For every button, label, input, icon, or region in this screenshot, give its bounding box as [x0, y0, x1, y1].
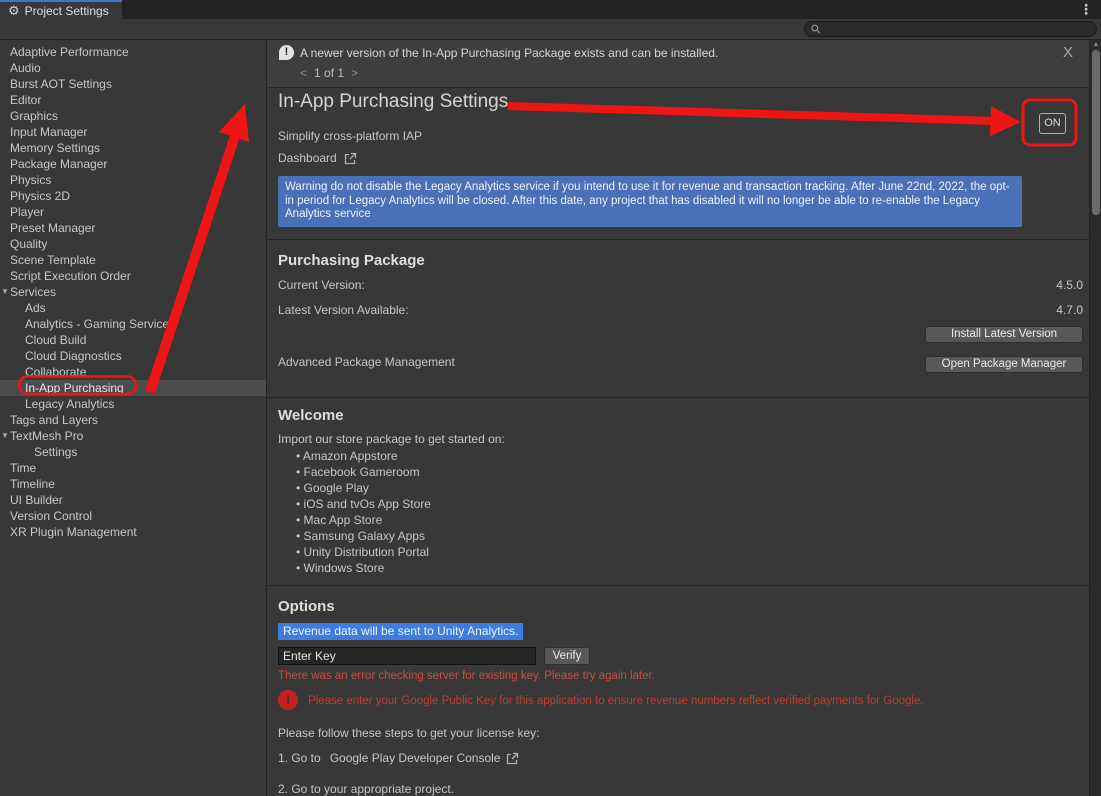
dashboard-label: Dashboard	[278, 151, 337, 165]
iap-enable-toggle[interactable]: ON	[1039, 113, 1066, 134]
google-key-warning-text: Please enter your Google Public Key for …	[308, 695, 924, 707]
store-list-item: iOS and tvOs App Store	[296, 496, 431, 512]
sidebar-item-preset-manager[interactable]: Preset Manager	[0, 220, 266, 236]
tab-title: Project Settings	[25, 4, 109, 18]
sidebar-item-editor[interactable]: Editor	[0, 92, 266, 108]
verify-button[interactable]: Verify	[544, 647, 590, 665]
welcome-header: Welcome	[278, 407, 344, 424]
store-list-item: Mac App Store	[296, 512, 431, 528]
google-key-input[interactable]	[278, 647, 536, 665]
key-check-error-text: There was an error checking server for e…	[278, 670, 655, 682]
current-version-value: 4.5.0	[1056, 278, 1083, 292]
settings-search-input[interactable]	[825, 23, 1090, 35]
latest-version-label: Latest Version Available:	[278, 303, 409, 317]
sidebar-item-package-manager[interactable]: Package Manager	[0, 156, 266, 172]
tab-project-settings[interactable]: ⚙ Project Settings	[0, 0, 122, 19]
sidebar-item-xr-plugin-management[interactable]: XR Plugin Management	[0, 524, 266, 540]
advanced-package-management-label: Advanced Package Management	[278, 355, 455, 369]
notification-pager: < 1 of 1 >	[300, 66, 358, 80]
gear-icon: ⚙	[8, 4, 20, 17]
sidebar-item-script-execution-order[interactable]: Script Execution Order	[0, 268, 266, 284]
scroll-up-arrow-icon[interactable]: ▲	[1090, 40, 1101, 50]
sidebar-item-physics-2d[interactable]: Physics 2D	[0, 188, 266, 204]
section-divider	[267, 397, 1089, 398]
sidebar-item-adaptive-performance[interactable]: Adaptive Performance	[0, 44, 266, 60]
settings-search-box[interactable]	[804, 21, 1097, 37]
dashboard-link[interactable]: Dashboard	[278, 151, 357, 165]
page-subtitle: Simplify cross-platform IAP	[278, 129, 422, 143]
pager-prev-button[interactable]: <	[300, 66, 307, 80]
welcome-intro: Import our store package to get started …	[278, 432, 505, 446]
sidebar-item-textmesh-settings[interactable]: Settings	[0, 444, 266, 460]
foldout-triangle-icon[interactable]: ▼	[1, 428, 9, 444]
sidebar-item-time[interactable]: Time	[0, 460, 266, 476]
install-latest-version-button[interactable]: Install Latest Version	[925, 326, 1083, 343]
project-settings-window: ⚙ Project Settings ⋮ Adaptive Performanc…	[0, 0, 1101, 796]
legacy-analytics-warning: Warning do not disable the Legacy Analyt…	[278, 176, 1022, 227]
sidebar-item-tags-and-layers[interactable]: Tags and Layers	[0, 412, 266, 428]
error-info-icon: i	[278, 690, 298, 710]
section-divider	[267, 239, 1089, 240]
sidebar-item-burst-aot-settings[interactable]: Burst AOT Settings	[0, 76, 266, 92]
sidebar-item-timeline[interactable]: Timeline	[0, 476, 266, 492]
sidebar-item-memory-settings[interactable]: Memory Settings	[0, 140, 266, 156]
sidebar-item-input-manager[interactable]: Input Manager	[0, 124, 266, 140]
pager-label: 1 of 1	[314, 66, 344, 80]
external-link-icon	[344, 152, 357, 165]
sidebar-item-services[interactable]: ▼ Services	[0, 284, 266, 300]
sidebar-item-legacy-analytics[interactable]: Legacy Analytics	[0, 396, 266, 412]
toolbar-strip	[0, 19, 1101, 40]
external-link-icon	[506, 752, 519, 765]
analytics-note: Revenue data will be sent to Unity Analy…	[278, 623, 523, 640]
store-list-item: Samsung Galaxy Apps	[296, 528, 431, 544]
open-package-manager-button[interactable]: Open Package Manager	[925, 356, 1083, 373]
sidebar-item-cloud-diagnostics[interactable]: Cloud Diagnostics	[0, 348, 266, 364]
page-title: In-App Purchasing Settings	[278, 91, 508, 113]
scrollbar-thumb[interactable]	[1092, 50, 1100, 215]
window-menu-kebab-icon[interactable]: ⋮	[1075, 1, 1097, 18]
sidebar-item-analytics-gaming-services[interactable]: Analytics - Gaming Services	[0, 316, 266, 332]
store-list-item: Facebook Gameroom	[296, 464, 431, 480]
store-list: Amazon Appstore Facebook Gameroom Google…	[296, 448, 431, 576]
latest-version-value: 4.7.0	[1056, 303, 1083, 317]
section-divider	[267, 585, 1089, 586]
google-play-console-link[interactable]: Google Play Developer Console	[330, 751, 501, 765]
sidebar-item-scene-template[interactable]: Scene Template	[0, 252, 266, 268]
sidebar-item-ui-builder[interactable]: UI Builder	[0, 492, 266, 508]
search-icon	[811, 24, 821, 34]
options-header: Options	[278, 598, 335, 615]
sidebar-item-physics[interactable]: Physics	[0, 172, 266, 188]
store-list-item: Unity Distribution Portal	[296, 544, 431, 560]
purchasing-package-header: Purchasing Package	[278, 252, 425, 269]
sidebar-item-quality[interactable]: Quality	[0, 236, 266, 252]
update-notification-bar: ! A newer version of the In-App Purchasi…	[267, 40, 1089, 88]
step1-prefix: 1. Go to	[278, 751, 321, 765]
sidebar-item-graphics[interactable]: Graphics	[0, 108, 266, 124]
sidebar-item-collaborate[interactable]: Collaborate	[0, 364, 266, 380]
sidebar-item-cloud-build[interactable]: Cloud Build	[0, 332, 266, 348]
pager-next-button[interactable]: >	[351, 66, 358, 80]
sidebar-item-in-app-purchasing[interactable]: In-App Purchasing	[0, 380, 266, 396]
license-step-1: 1. Go to Google Play Developer Console	[278, 751, 519, 765]
sidebar-item-player[interactable]: Player	[0, 204, 266, 220]
sidebar-item-textmesh-pro[interactable]: ▼ TextMesh Pro	[0, 428, 266, 444]
main-panel: ! A newer version of the In-App Purchasi…	[267, 40, 1089, 796]
settings-sidebar: Adaptive Performance Audio Burst AOT Set…	[0, 40, 267, 796]
store-list-item: Google Play	[296, 480, 431, 496]
store-list-item: Amazon Appstore	[296, 448, 431, 464]
sidebar-item-audio[interactable]: Audio	[0, 60, 266, 76]
sidebar-item-ads[interactable]: Ads	[0, 300, 266, 316]
window-tab-bar: ⚙ Project Settings ⋮	[0, 0, 1101, 19]
store-list-item: Windows Store	[296, 560, 431, 576]
close-icon[interactable]: X	[1059, 42, 1077, 63]
license-steps-intro: Please follow these steps to get your li…	[278, 726, 539, 740]
sidebar-item-version-control[interactable]: Version Control	[0, 508, 266, 524]
vertical-scrollbar[interactable]: ▲	[1089, 40, 1101, 796]
notification-text: A newer version of the In-App Purchasing…	[300, 46, 718, 60]
license-step-2: 2. Go to your appropriate project.	[278, 782, 454, 796]
foldout-triangle-icon[interactable]: ▼	[1, 284, 9, 300]
alert-bubble-icon: !	[279, 45, 294, 60]
current-version-label: Current Version:	[278, 278, 365, 292]
